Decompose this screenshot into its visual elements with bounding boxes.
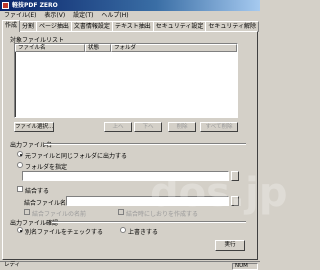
radio-specify-folder[interactable]: [17, 162, 23, 168]
radio-overwrite[interactable]: [120, 227, 126, 233]
menu-bar: ファイル(E) 表示(V) 設定(T) ヘルプ(H): [0, 11, 260, 20]
radio-same-folder-label: 元ファイルと同じフォルダに出力する: [25, 153, 128, 160]
merge-option-b-checkbox[interactable]: [118, 209, 124, 215]
merge-filename-field[interactable]: [66, 196, 229, 206]
app-icon: [2, 2, 9, 9]
file-list-header: ファイル名 状態 フォルダ: [15, 44, 237, 52]
radio-same-folder[interactable]: [17, 151, 23, 157]
menu-help[interactable]: ヘルプ(H): [101, 12, 128, 19]
file-select-button[interactable]: ファイル選択...: [14, 122, 54, 132]
merge-option-a-checkbox[interactable]: [24, 209, 30, 215]
merge-option-a-label: 結合ファイルの名前: [32, 211, 87, 218]
status-bar: レディ NUM: [0, 261, 260, 270]
delete-button[interactable]: 削除: [168, 122, 196, 132]
confirm-group-label: 出力ファイル確認: [10, 220, 59, 227]
move-up-button[interactable]: 上へ: [104, 122, 132, 132]
run-button[interactable]: 実行: [215, 240, 245, 251]
delete-all-button[interactable]: すべて削除: [200, 122, 238, 132]
merge-filename-browse-button[interactable]: [231, 196, 239, 206]
radio-rename-label: 別名ファイルをチェックする: [25, 229, 104, 236]
menu-view[interactable]: 表示(V): [44, 12, 65, 19]
tab-create[interactable]: 作成: [2, 20, 21, 32]
output-group-line: [44, 143, 246, 145]
output-folder-browse-button[interactable]: [231, 171, 239, 181]
title-bar: 軽技PDF ZERO: [0, 0, 260, 11]
column-status[interactable]: 状態: [85, 44, 111, 52]
radio-rename[interactable]: [17, 227, 23, 233]
radio-overwrite-label: 上書きする: [128, 229, 159, 236]
merge-checkbox-label: 結合する: [25, 188, 50, 195]
status-text: レディ: [4, 262, 21, 268]
menu-file[interactable]: ファイル(E): [4, 12, 36, 19]
merge-filename-label: 結合ファイル名: [24, 200, 67, 207]
radio-specify-folder-label: フォルダを指定: [25, 164, 68, 171]
column-folder[interactable]: フォルダ: [111, 44, 237, 52]
output-folder-field[interactable]: [22, 171, 229, 181]
status-num: NUM: [232, 263, 258, 270]
file-list[interactable]: ファイル名 状態 フォルダ: [14, 43, 238, 118]
merge-option-b-label: 結合時にしおりを作成する: [126, 211, 199, 218]
window-title: 軽技PDF ZERO: [12, 2, 58, 9]
menu-settings[interactable]: 設定(T): [73, 12, 93, 19]
confirm-group-line: [52, 221, 246, 223]
column-filename[interactable]: ファイル名: [15, 44, 85, 52]
merge-checkbox[interactable]: [17, 186, 23, 192]
move-down-button[interactable]: 下へ: [134, 122, 162, 132]
